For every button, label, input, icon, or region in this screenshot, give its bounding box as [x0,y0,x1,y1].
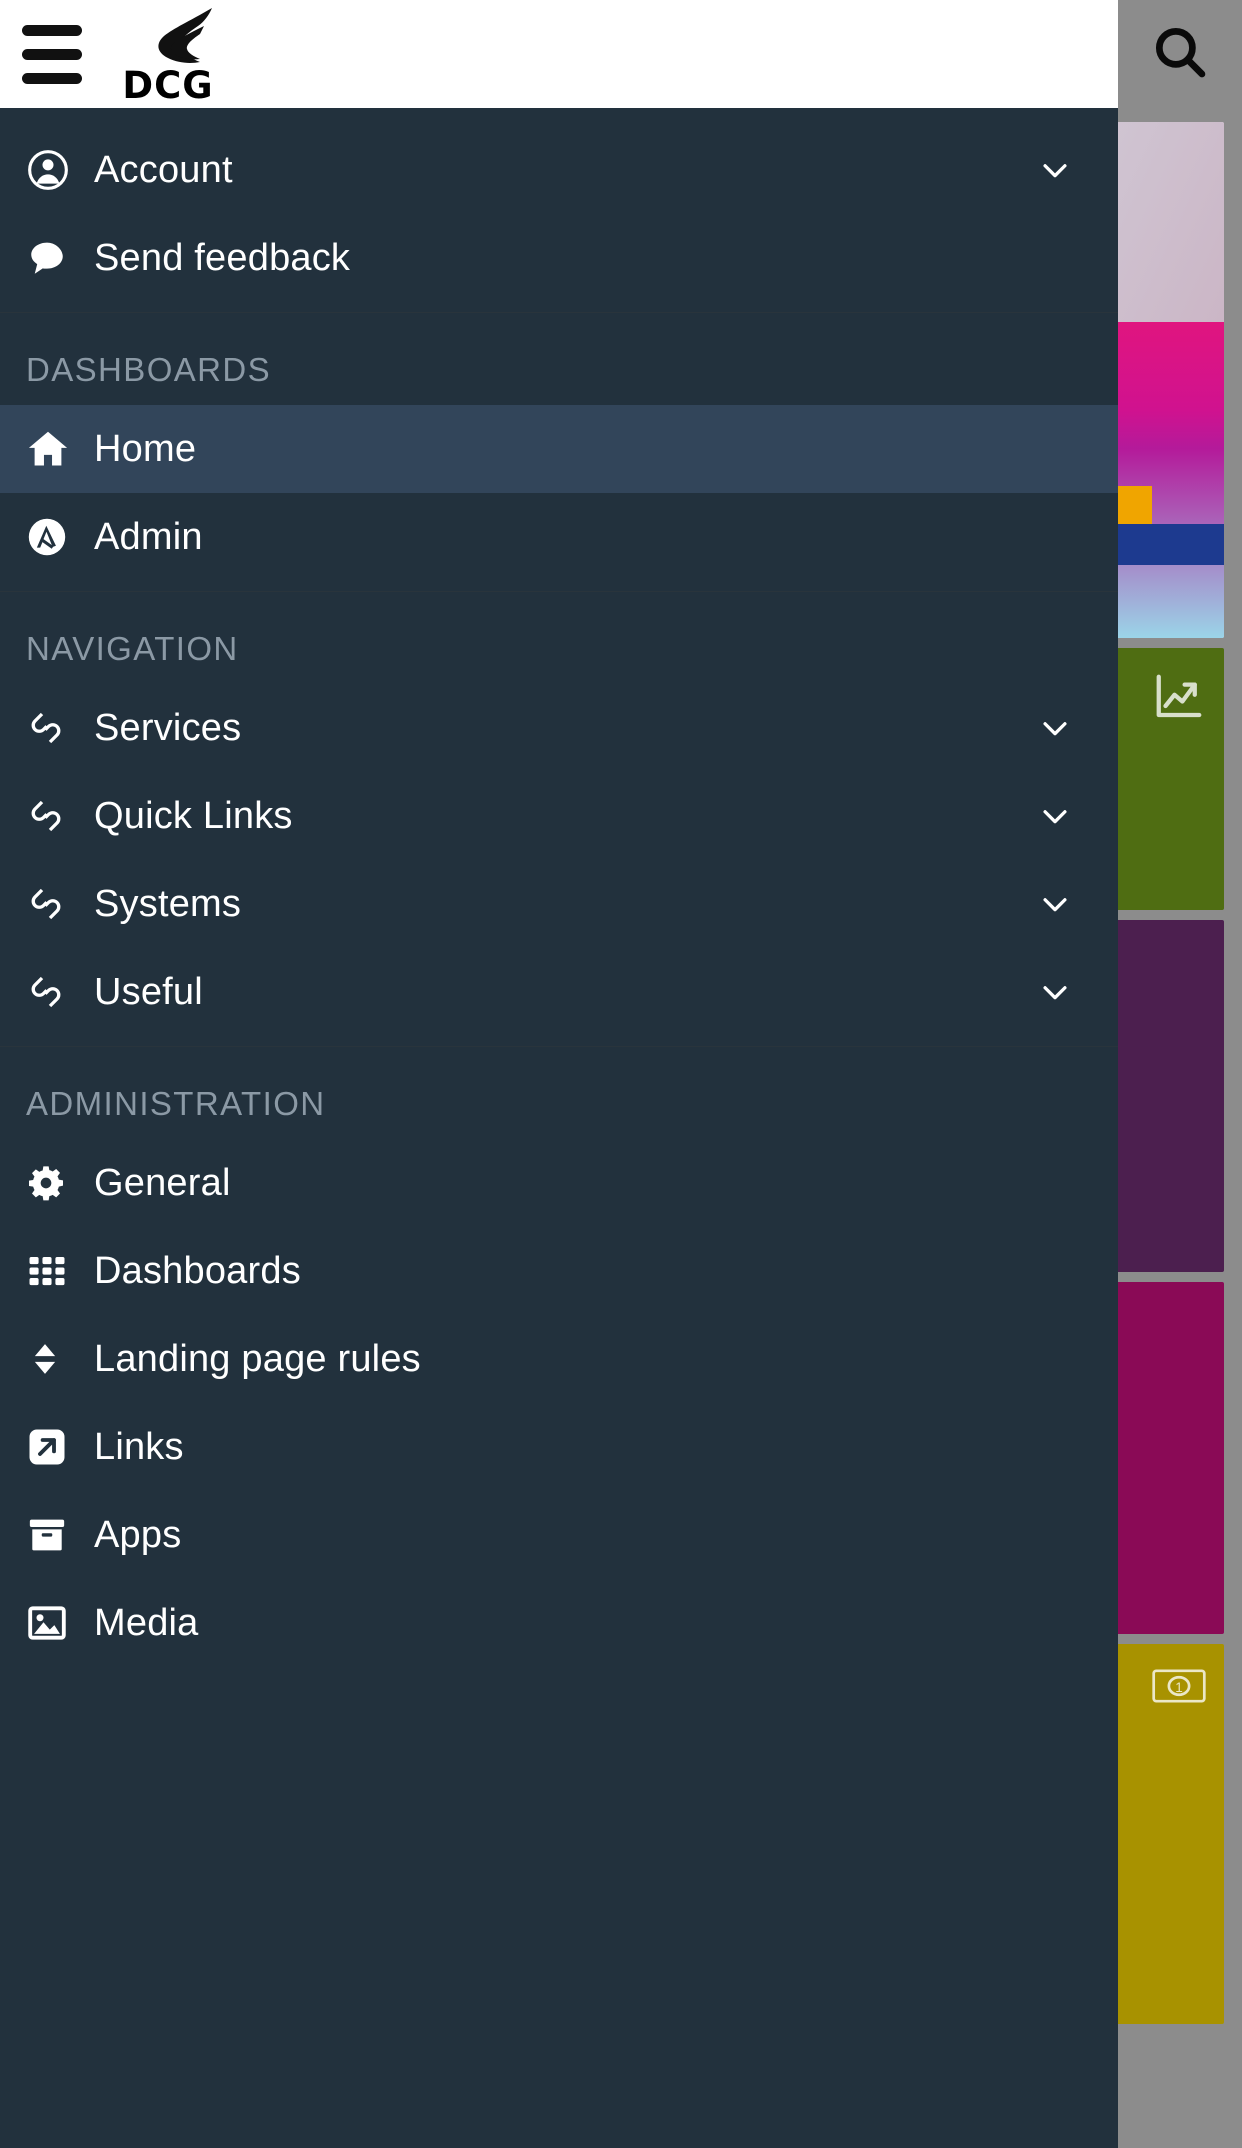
sidebar-item-media[interactable]: Media [0,1579,1118,1667]
sidebar-item-label: Quick Links [94,794,293,837]
sidebar-item-apps[interactable]: Apps [0,1491,1118,1579]
spacer-after-feedback [0,302,1118,312]
sidebar-item-label: Dashboards [94,1249,301,1292]
sidebar-item-general[interactable]: General [0,1139,1118,1227]
sidebar-item-links[interactable]: Links [0,1403,1118,1491]
archive-box-icon [26,1514,78,1556]
sidebar-item-label: Landing page rules [94,1337,421,1380]
search-button[interactable] [1118,0,1242,108]
sidebar-item-useful[interactable]: Useful [0,948,1118,1036]
hamburger-bar-3 [22,72,82,84]
chevron-down-icon[interactable] [1038,153,1072,187]
sidebar-item-label: Systems [94,882,242,925]
section-header-dashboards: DASHBOARDS [26,351,272,388]
sidebar-item-label: Send feedback [94,236,351,279]
sidebar-item-label: Admin [94,515,203,558]
chevron-down-icon[interactable] [1038,887,1072,921]
external-link-icon [26,1426,78,1468]
sidebar-item-admin[interactable]: Admin [0,493,1118,581]
drawer-header: DCG [0,0,1118,108]
chevron-down-icon[interactable] [1038,975,1072,1009]
image-icon [26,1602,78,1644]
dcg-swoosh-logo [116,6,220,68]
sidebar-item-label: Media [94,1601,199,1644]
home-icon [26,427,78,471]
brand-logo[interactable]: DCG [116,6,220,107]
link-chain-icon [26,884,78,924]
sort-updown-icon [26,1338,78,1380]
sidebar-item-label: General [94,1161,231,1204]
sidebar-item-label: Apps [94,1513,182,1556]
spacer-after-admin [0,581,1118,591]
grid-icon [26,1250,78,1292]
sidebar-item-account[interactable]: Account [0,126,1118,214]
chevron-down-icon[interactable] [1038,799,1072,833]
sidebar-item-services[interactable]: Services [0,684,1118,772]
sidebar-item-label: Useful [94,970,203,1013]
sidebar-item-label: Home [94,427,197,470]
sidebar-item-dashboards[interactable]: Dashboards [0,1227,1118,1315]
sidebar-item-home[interactable]: Home [0,405,1118,493]
app-root: 1 es DCG [0,0,1242,2148]
sidebar-item-label: Links [94,1425,184,1468]
spacer-after-useful [0,1036,1118,1046]
drawer-body: Account Send feedback DASHBOARDS Home Ad… [0,108,1118,1667]
navigation-drawer: DCG Account Send feedback DASHBOARDS Hom… [0,0,1118,2148]
sidebar-item-systems[interactable]: Systems [0,860,1118,948]
sidebar-item-landing-page-rules[interactable]: Landing page rules [0,1315,1118,1403]
comment-icon [26,237,78,279]
brand-text: DCG [122,63,214,107]
section-header-navigation: NAVIGATION [26,630,239,667]
search-icon [1149,21,1211,88]
section-header-administration: ADMINISTRATION [26,1085,326,1122]
sidebar-item-label: Account [94,148,233,191]
svg-text:1: 1 [1175,1680,1183,1695]
ansible-circle-icon [26,516,78,558]
link-chain-icon [26,972,78,1012]
hamburger-bar-2 [22,48,82,60]
money-bill-icon: 1 [1152,1666,1206,1711]
hamburger-bar-1 [22,24,82,36]
chart-line-icon [1152,670,1206,729]
sidebar-item-label: Services [94,706,242,749]
sidebar-item-send-feedback[interactable]: Send feedback [0,214,1118,302]
sidebar-item-quick-links[interactable]: Quick Links [0,772,1118,860]
user-circle-icon [26,148,78,192]
link-chain-icon [26,708,78,748]
link-chain-icon [26,796,78,836]
chevron-down-icon[interactable] [1038,711,1072,745]
spacer-top [0,108,1118,126]
gear-icon [26,1163,78,1203]
hamburger-icon[interactable] [0,0,104,108]
